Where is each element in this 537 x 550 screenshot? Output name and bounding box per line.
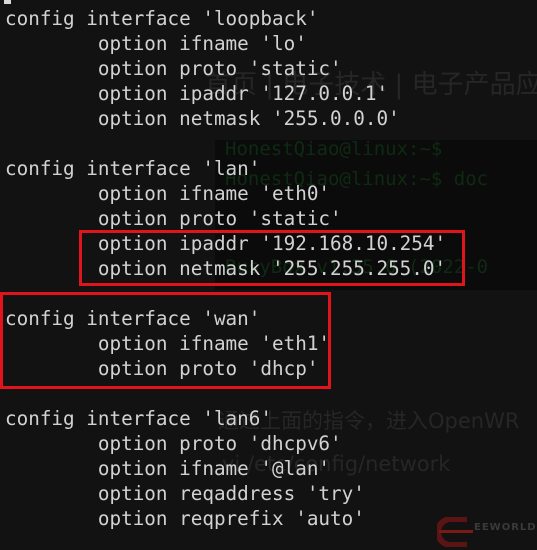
terminal-line: option proto 'static' (5, 57, 342, 80)
terminal-line: option ifname 'eth0' (5, 182, 331, 205)
terminal-cursor (4, 0, 11, 4)
terminal-line: config interface 'lan6' (5, 407, 272, 430)
terminal-line: option netmask '255.0.0.0' (5, 107, 400, 130)
terminal-line: option reqaddress 'try' (5, 482, 365, 505)
terminal-line: option reqprefix 'auto' (5, 507, 365, 530)
terminal-line: config interface 'lan' (5, 157, 261, 180)
terminal-line: option ifname '@lan' (5, 457, 331, 480)
terminal-line: config interface 'loopback' (5, 7, 319, 30)
terminal-line: option ipaddr '127.0.0.1' (5, 82, 389, 105)
terminal-line: option ifname 'lo' (5, 32, 307, 55)
terminal-line: option proto 'dhcpv6' (5, 432, 342, 455)
wan-highlight-box (0, 292, 331, 389)
terminal-line: option proto 'static' (5, 207, 342, 230)
eeworld-watermark: EEWORLD (474, 522, 537, 533)
eeworld-logo-icon (437, 517, 473, 547)
lan-ip-highlight-box (79, 230, 465, 286)
